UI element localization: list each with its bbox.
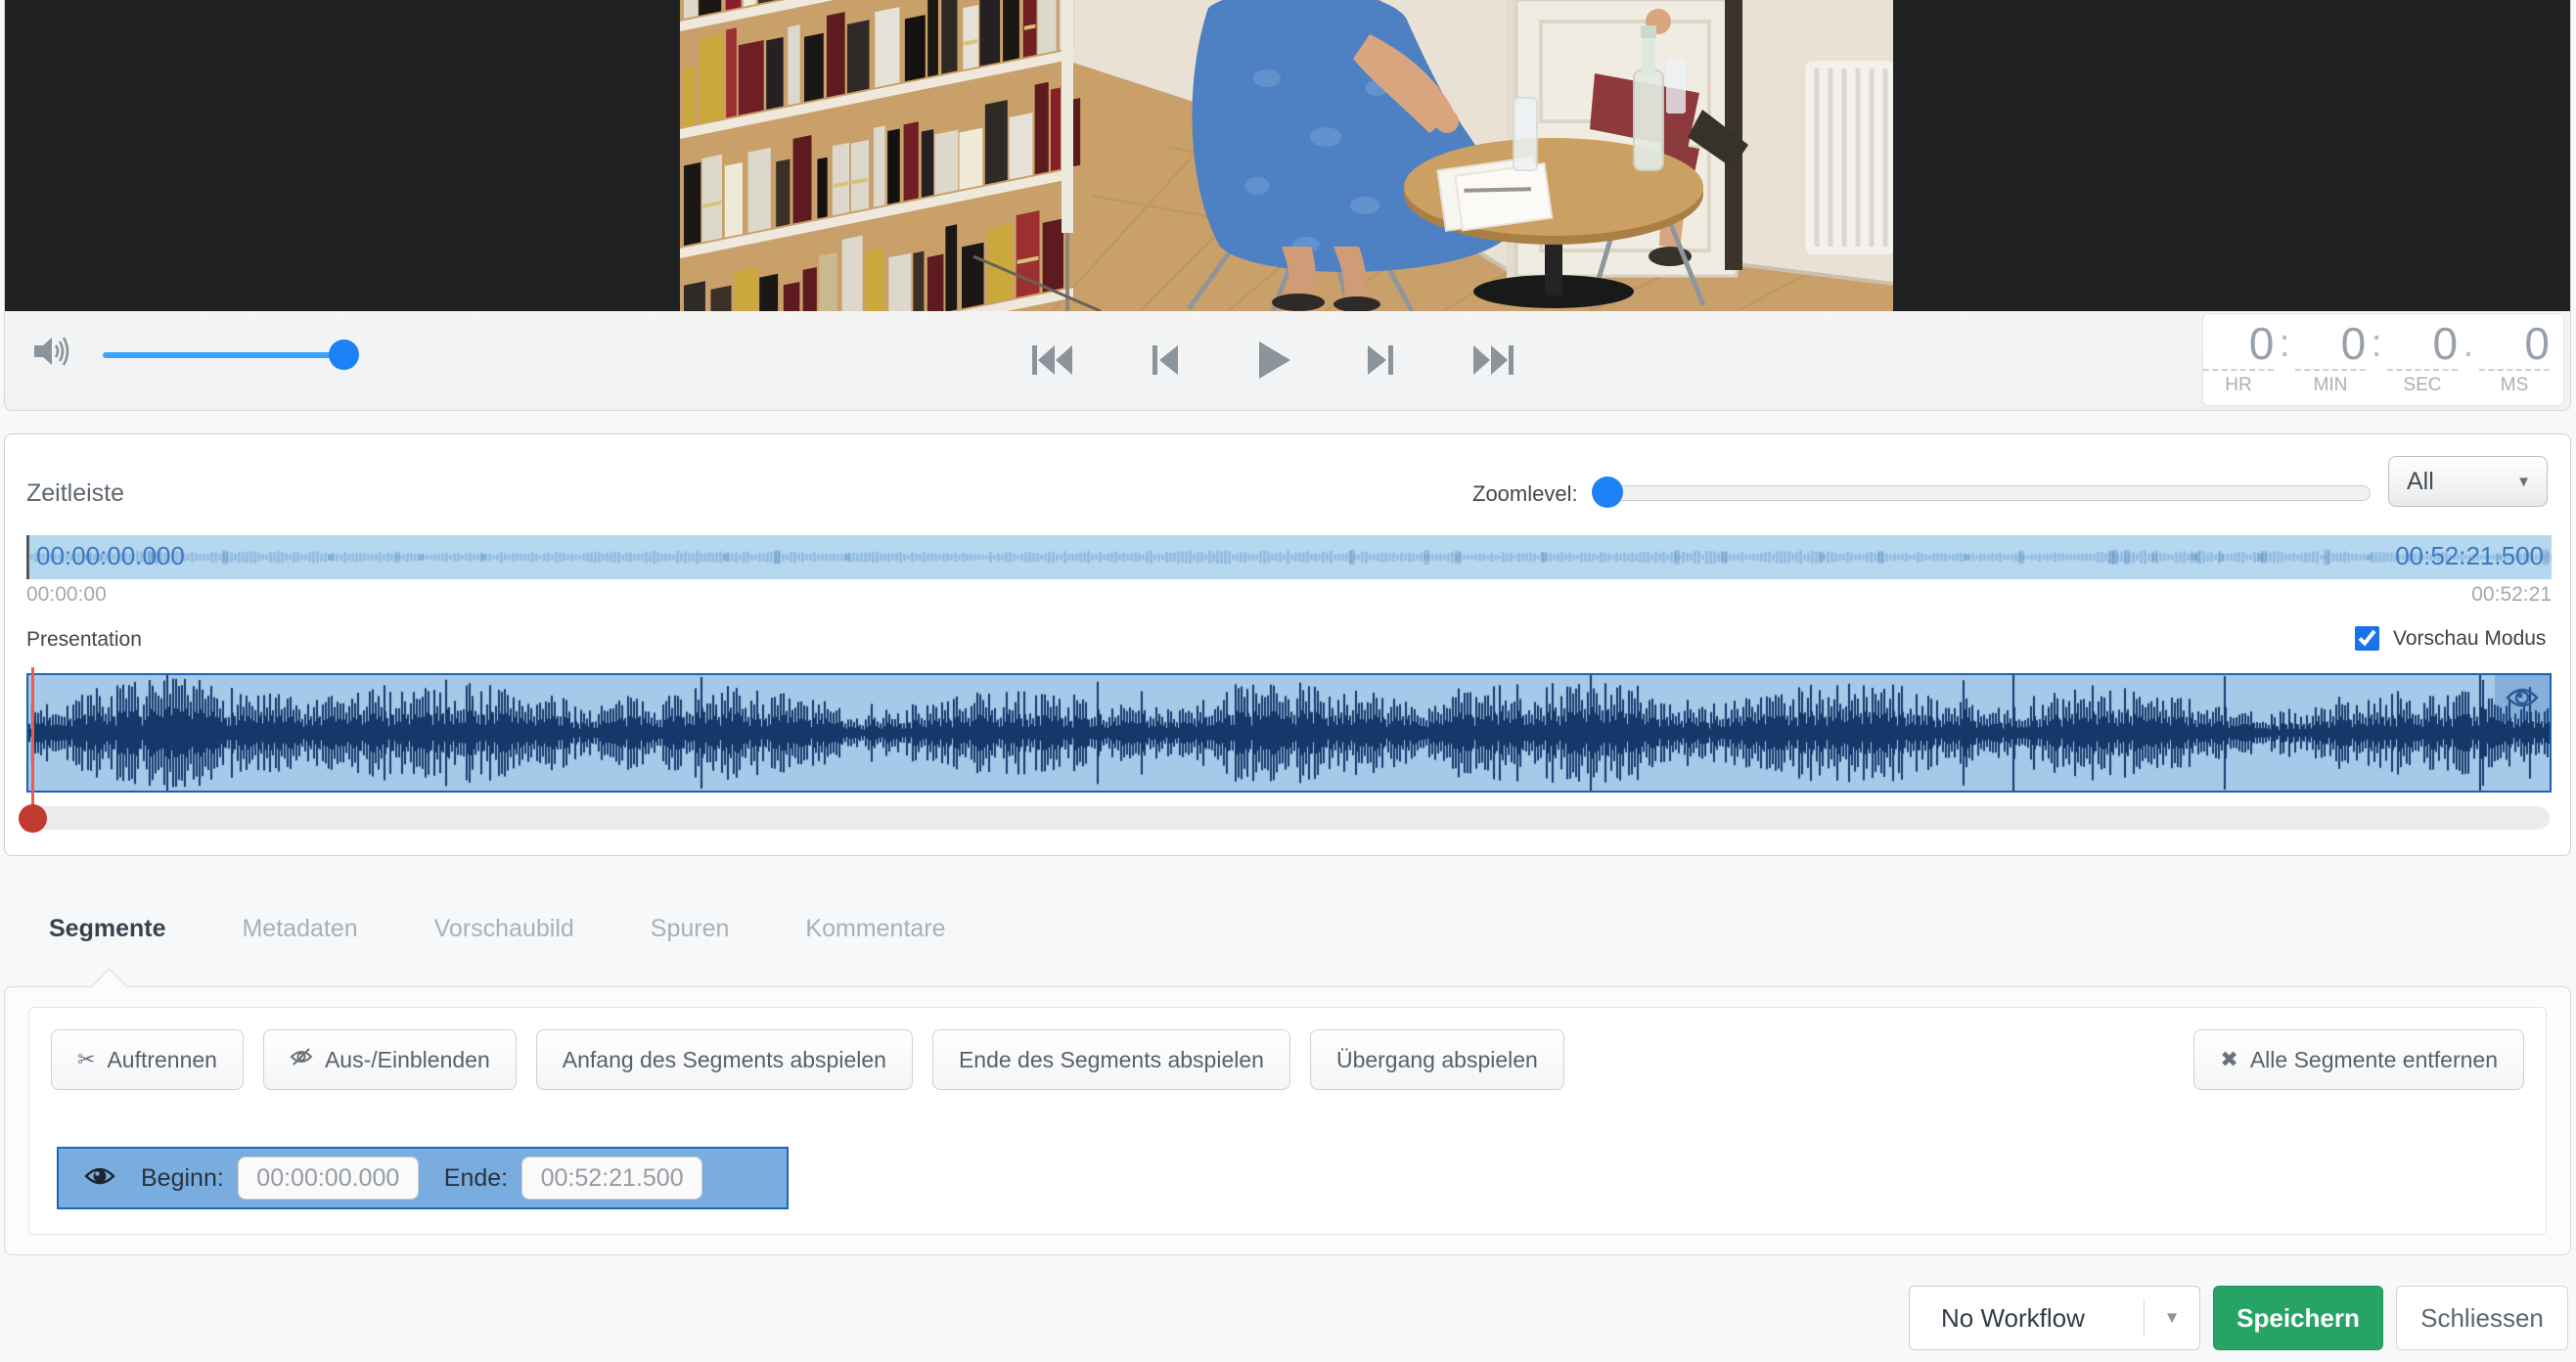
segment-end-input[interactable]: 00:52:21.500 (521, 1157, 702, 1200)
presentation-waveform (28, 675, 2550, 791)
eye-icon (2506, 686, 2539, 709)
play-segment-start-label: Anfang des Segments abspielen (563, 1047, 886, 1073)
zoomlevel-slider-thumb[interactable] (1592, 477, 1623, 508)
time-separator: : (2366, 318, 2387, 369)
tab-vorschaubild[interactable]: Vorschaubild (434, 915, 574, 943)
remove-all-segments-button[interactable]: ✖ Alle Segmente entfernen (2193, 1029, 2524, 1090)
track-filter-value: All (2407, 468, 2516, 496)
timeline-scrollbar-track[interactable] (28, 806, 2550, 830)
zoomlevel-slider-track[interactable] (1605, 485, 2371, 501)
zoomlevel-label: Zoomlevel: (1472, 481, 1578, 507)
timeline-overview-bar[interactable]: 00:00:00.000 00:52:21.500 (26, 535, 2552, 579)
video-display-area (5, 0, 2570, 311)
tab-metadaten[interactable]: Metadaten (242, 915, 357, 943)
zoomlevel-slider[interactable] (1592, 472, 2374, 511)
play-segment-end-button[interactable]: Ende des Segments abspielen (932, 1029, 1290, 1090)
timeline-title: Zeitleiste (26, 479, 124, 508)
play-button[interactable] (1249, 337, 1296, 384)
time-unit-min: MIN (2295, 369, 2366, 396)
time-separator: : (2274, 318, 2295, 369)
remove-all-segments-label: Alle Segmente entfernen (2250, 1047, 2498, 1073)
workflow-select[interactable]: No Workflow ▼ (1909, 1286, 2200, 1350)
play-segment-end-label: Ende des Segments abspielen (959, 1047, 1264, 1073)
segment-begin-input[interactable]: 00:00:00.000 (238, 1157, 419, 1200)
timeline-scale: 00:00:00 00:52:21 (26, 583, 2552, 609)
scale-start-time: 00:00:00 (26, 583, 107, 607)
volume-slider[interactable] (103, 338, 357, 371)
time-separator: . (2458, 318, 2479, 369)
time-milliseconds[interactable]: 0 (2479, 318, 2550, 369)
play-transition-button[interactable]: Übergang abspielen (1310, 1029, 1564, 1090)
chevron-down-icon: ▼ (2516, 474, 2531, 490)
toggle-visibility-label: Aus-/Einblenden (325, 1047, 490, 1073)
segments-tab-panel: ✂ Auftrennen Aus-/Einblenden Anfang des … (4, 986, 2571, 1255)
preview-mode-checkbox[interactable] (2355, 626, 2379, 651)
segment-tools-row: ✂ Auftrennen Aus-/Einblenden Anfang des … (51, 1029, 1564, 1090)
timeline-end-time: 00:52:21.500 (2395, 541, 2544, 571)
close-button[interactable]: Schliessen (2396, 1286, 2568, 1350)
split-button-label: Auftrennen (107, 1047, 217, 1073)
play-segment-start-button[interactable]: Anfang des Segments abspielen (536, 1029, 913, 1090)
eye-slash-icon (290, 1047, 313, 1072)
track-label-presentation: Presentation (26, 628, 142, 652)
playhead-line (31, 667, 34, 816)
chevron-down-icon: ▼ (2145, 1308, 2199, 1328)
time-seconds[interactable]: 0 (2387, 318, 2458, 369)
player-controls-bar: 0 : 0 : 0 . 0 HR MIN SEC MS (5, 311, 2570, 410)
save-button[interactable]: Speichern (2213, 1286, 2383, 1350)
segment-visibility-overlay-button[interactable] (2495, 675, 2550, 720)
skip-to-end-button[interactable] (1469, 339, 1517, 382)
tab-segmente[interactable]: Segmente (49, 915, 165, 943)
next-frame-button[interactable] (1362, 339, 1403, 382)
editor-tabs: Segmente Metadaten Vorschaubild Spuren K… (49, 915, 946, 943)
volume-slider-thumb[interactable] (329, 340, 359, 370)
timeline-waveform-texture (26, 535, 2552, 579)
scissors-icon: ✂ (77, 1047, 95, 1072)
tab-kommentare[interactable]: Kommentare (805, 915, 945, 943)
tab-spuren[interactable]: Spuren (651, 915, 730, 943)
time-display: 0 : 0 : 0 . 0 HR MIN SEC MS (2202, 313, 2564, 406)
volume-slider-track[interactable] (103, 352, 357, 358)
player-panel: 0 : 0 : 0 . 0 HR MIN SEC MS (4, 0, 2571, 411)
skip-to-start-button[interactable] (1028, 339, 1077, 382)
time-hours[interactable]: 0 (2203, 318, 2274, 369)
time-unit-ms: MS (2479, 369, 2550, 396)
timeline-panel: Zeitleiste Zoomlevel: All ▼ 00:00:00.000… (4, 433, 2571, 856)
timeline-playhead[interactable] (26, 535, 29, 579)
transport-controls (1028, 337, 1517, 384)
video-frame (680, 0, 1893, 311)
presentation-waveform-track[interactable] (26, 673, 2552, 793)
segment-row[interactable]: Beginn: 00:00:00.000 Ende: 00:52:21.500 (57, 1147, 789, 1209)
track-filter-select[interactable]: All ▼ (2388, 456, 2548, 507)
video-editor-page: 0 : 0 : 0 . 0 HR MIN SEC MS Zeitleiste Z… (0, 0, 2576, 1362)
x-icon: ✖ (2220, 1047, 2237, 1072)
workflow-select-value: No Workflow (1941, 1303, 2144, 1334)
segments-toolbox: ✂ Auftrennen Aus-/Einblenden Anfang des … (28, 1007, 2547, 1235)
playhead-drag-handle[interactable] (19, 804, 47, 833)
segment-begin-label: Beginn: (141, 1164, 224, 1193)
video-scene-library (680, 0, 1893, 311)
toggle-visibility-button[interactable]: Aus-/Einblenden (263, 1029, 517, 1090)
scale-end-time: 00:52:21 (2471, 583, 2552, 607)
timeline-start-time: 00:00:00.000 (36, 541, 185, 571)
segment-end-label: Ende: (444, 1164, 508, 1193)
previous-frame-button[interactable] (1143, 339, 1184, 382)
volume-icon[interactable] (34, 335, 73, 373)
play-transition-label: Übergang abspielen (1336, 1047, 1538, 1073)
time-unit-sec: SEC (2387, 369, 2458, 396)
segment-eye-icon[interactable] (84, 1165, 115, 1192)
preview-mode-label: Vorschau Modus (2393, 627, 2546, 651)
split-button[interactable]: ✂ Auftrennen (51, 1029, 244, 1090)
time-minutes[interactable]: 0 (2295, 318, 2366, 369)
time-unit-hr: HR (2203, 369, 2274, 396)
